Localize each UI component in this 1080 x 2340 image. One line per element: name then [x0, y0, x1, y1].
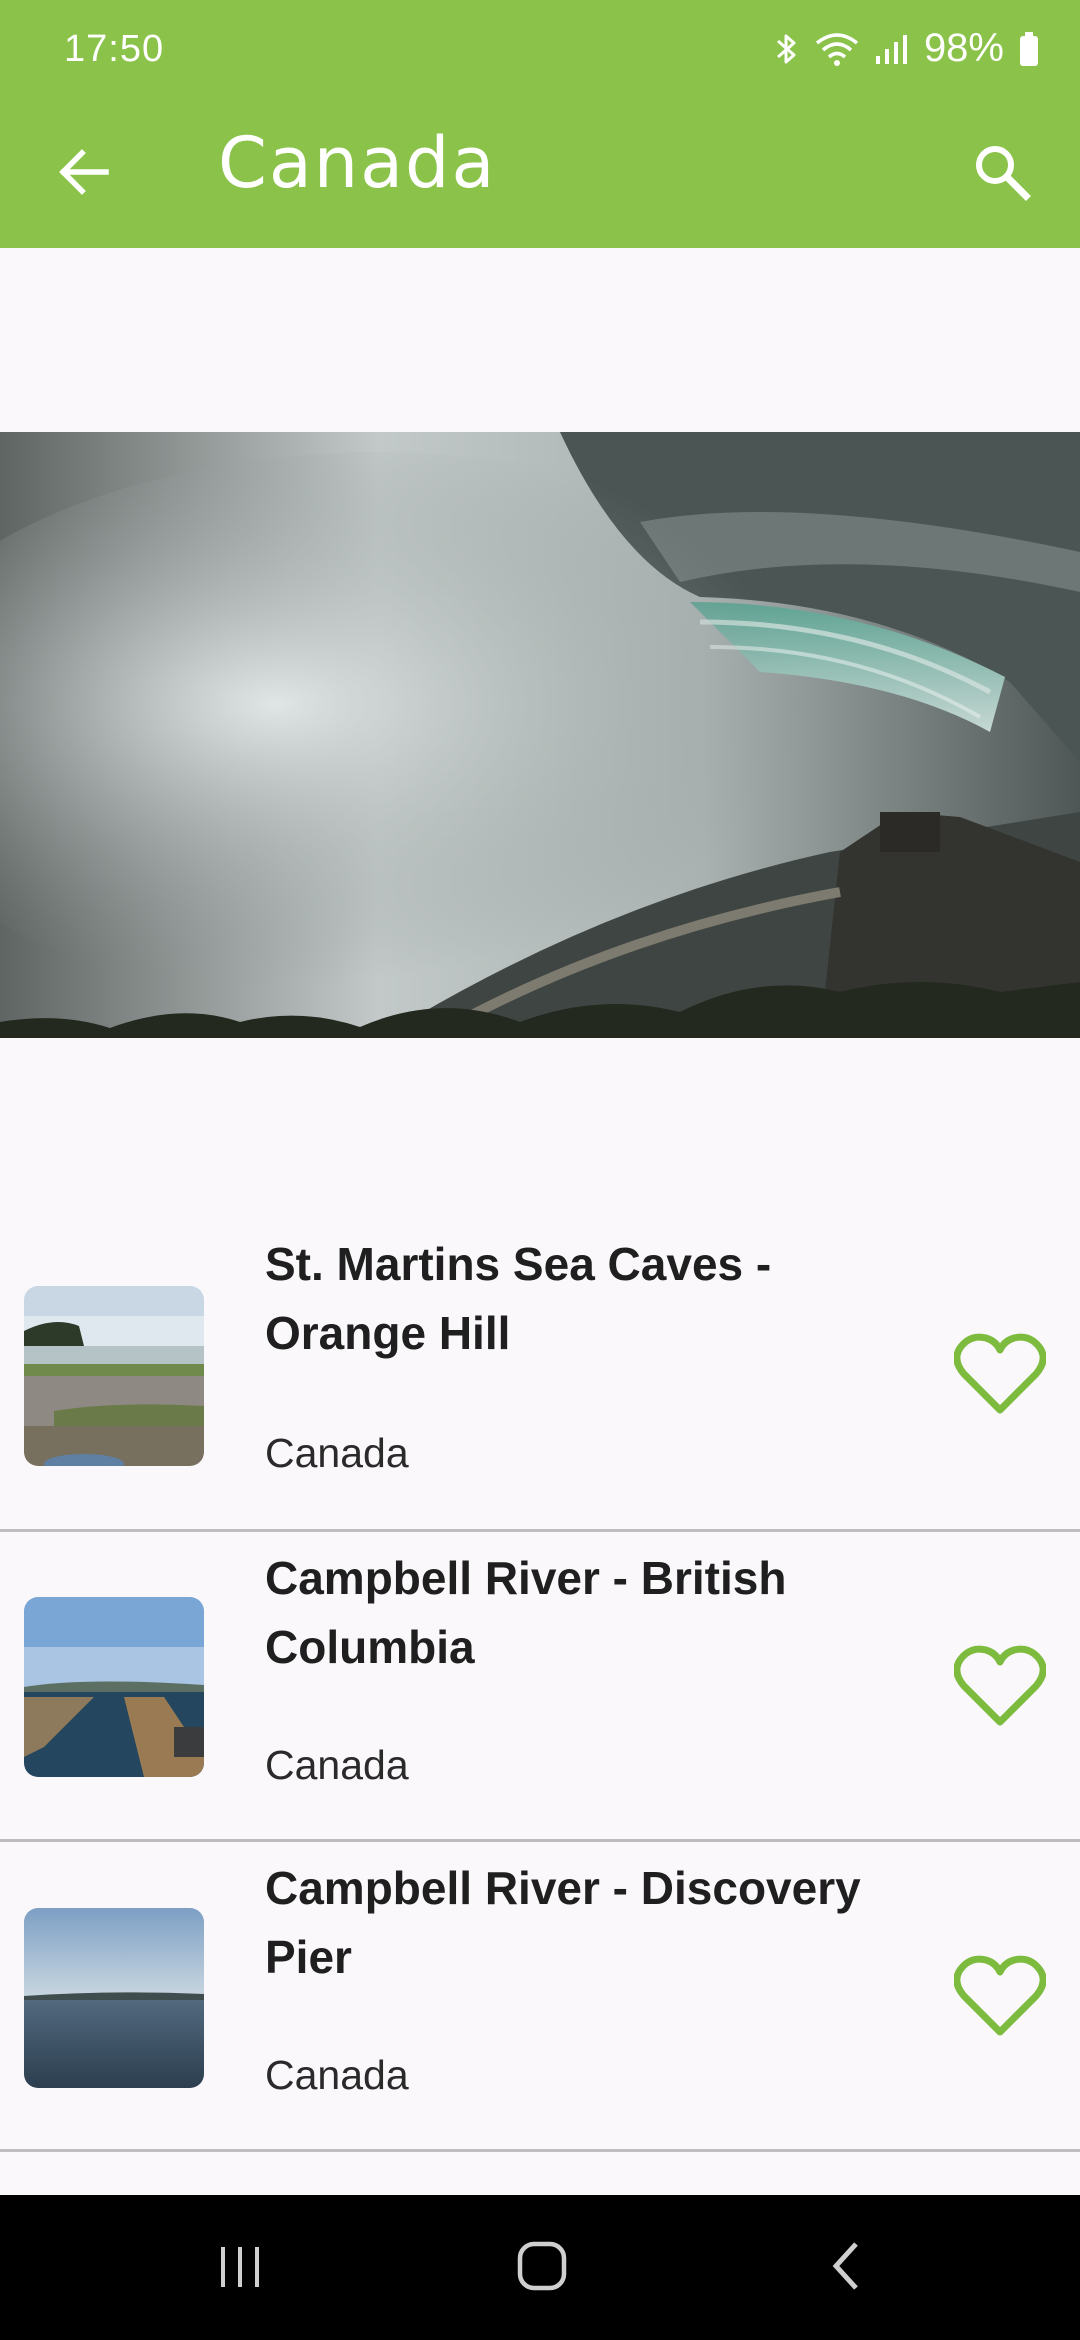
battery-icon	[1018, 31, 1040, 67]
location-title: Campbell River - British Columbia	[265, 1552, 787, 1673]
location-thumbnail	[24, 1597, 204, 1777]
heart-outline-icon	[953, 1954, 1047, 2043]
horseshoe-falls-photo	[0, 432, 1080, 1038]
favorite-button[interactable]	[950, 1948, 1050, 2048]
nav-back-button[interactable]	[806, 2233, 886, 2303]
heart-outline-icon	[953, 1332, 1047, 1421]
list-item[interactable]: St. Martins Sea Caves - Orange Hill Cana…	[0, 1220, 1080, 1532]
favorite-button[interactable]	[950, 1326, 1050, 1426]
system-nav-bar	[0, 2195, 1080, 2340]
heart-outline-icon	[953, 1644, 1047, 1733]
list-item[interactable]: Campbell River - British Columbia Canada	[0, 1532, 1080, 1842]
location-title: Campbell River - Discovery Pier	[265, 1862, 861, 1983]
home-button[interactable]	[502, 2233, 582, 2303]
status-time: 17:50	[64, 28, 165, 70]
wifi-icon	[814, 31, 860, 67]
page-title: Canada	[218, 122, 497, 204]
location-subtitle: Canada	[265, 2052, 409, 2098]
location-subtitle: Canada	[265, 1430, 409, 1476]
app-bar: Canada	[0, 100, 1080, 248]
battery-percentage: 98%	[923, 26, 1004, 70]
recent-apps-icon	[215, 2241, 265, 2296]
location-title: St. Martins Sea Caves - Orange Hill	[265, 1238, 772, 1359]
discovery-pier-sea-photo	[24, 1908, 204, 2088]
location-list: St. Martins Sea Caves - Orange Hill Cana…	[0, 1220, 1080, 2152]
status-icons: 98%	[774, 26, 1040, 71]
list-item[interactable]: Campbell River - Discovery Pier Canada	[0, 1842, 1080, 2152]
arrow-left-icon	[56, 144, 112, 205]
back-button[interactable]	[40, 130, 128, 218]
home-icon	[516, 2240, 568, 2297]
search-button[interactable]	[956, 128, 1048, 220]
signal-icon	[874, 32, 910, 66]
back-icon	[826, 2238, 866, 2299]
favorite-button[interactable]	[950, 1638, 1050, 1738]
bluetooth-icon	[774, 31, 800, 67]
status-bar: 17:50 98%	[0, 0, 1080, 100]
recent-apps-button[interactable]	[200, 2233, 280, 2303]
location-thumbnail	[24, 1286, 204, 1466]
search-icon	[972, 142, 1032, 207]
campbell-river-pier-photo	[24, 1597, 204, 1777]
hero-image[interactable]	[0, 432, 1080, 1038]
sea-caves-beach-photo	[24, 1286, 204, 1466]
location-subtitle: Canada	[265, 1742, 409, 1788]
location-thumbnail	[24, 1908, 204, 2088]
